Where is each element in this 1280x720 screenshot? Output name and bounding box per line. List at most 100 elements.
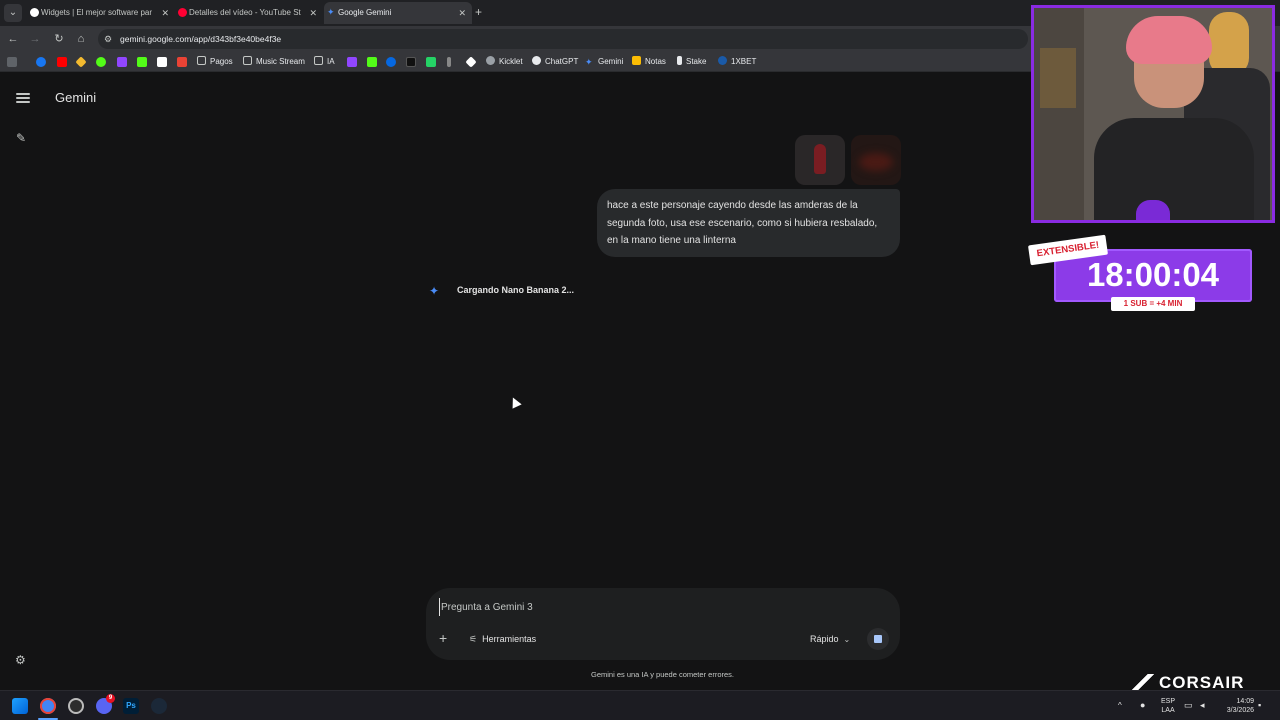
bookmark-kicklet[interactable]: Kicklet	[486, 54, 523, 70]
user-message-bubble: hace a este personaje cayendo desde las …	[597, 189, 900, 257]
attached-image-character[interactable]	[795, 135, 845, 185]
twitch-bookmark-icon[interactable]	[347, 57, 357, 67]
character-figure	[814, 144, 826, 174]
widgets-favicon-icon	[30, 8, 39, 17]
p-bookmark-icon[interactable]	[157, 57, 167, 67]
close-tab-icon[interactable]: ✕	[458, 2, 466, 24]
webcam-overlay	[1031, 5, 1275, 223]
app-bookmark-icon[interactable]	[96, 57, 106, 67]
stop-square-icon	[874, 635, 882, 643]
webcam-shelf-items	[1040, 48, 1076, 108]
tab-widgets[interactable]: Widgets | El mejor software par ✕	[27, 2, 175, 24]
bookmark-folder-pagos[interactable]: Pagos	[197, 54, 233, 70]
bookmark-label: IA	[327, 57, 335, 66]
meta-bookmark-icon[interactable]	[386, 57, 396, 67]
address-bar[interactable]: ⚙ gemini.google.com/app/d343bf3e40be4f3e	[98, 29, 1028, 49]
reload-icon[interactable]: ↻	[51, 31, 67, 47]
disclaimer-text: Gemini es una IA y puede cometer errores…	[591, 670, 734, 679]
tab-title: Detalles del vídeo - YouTube St	[189, 8, 301, 17]
screen: ⌄ Widgets | El mejor software par ✕ Deta…	[0, 0, 1280, 720]
prompt-input[interactable]	[439, 598, 879, 616]
bookmark-stake[interactable]: Stake	[677, 54, 706, 70]
folder-icon	[197, 56, 206, 65]
bookmark-label: Stake	[686, 57, 707, 66]
gemini-sparkle-favicon-icon: ✦	[327, 7, 335, 17]
settings-gear-icon[interactable]: ⚙	[15, 653, 29, 667]
windows-start-icon[interactable]	[12, 698, 28, 714]
new-tab-button[interactable]: +	[475, 4, 487, 20]
1xbet-icon	[718, 56, 727, 65]
address-url[interactable]: gemini.google.com/app/d343bf3e40be4f3e	[120, 29, 281, 49]
stop-generation-button[interactable]	[867, 628, 889, 650]
bookmark-label: Music Stream	[256, 57, 305, 66]
bookmark-notas[interactable]: Notas	[632, 54, 666, 70]
binance-bookmark-icon[interactable]	[75, 56, 87, 68]
apps-grid-icon[interactable]	[7, 57, 17, 67]
tab-title: Google Gemini	[338, 8, 392, 17]
gmail-bookmark-icon[interactable]	[177, 57, 187, 67]
language-indicator[interactable]: ESP LAA	[1161, 697, 1175, 715]
volume-icon[interactable]: ◂	[1200, 701, 1205, 710]
notifications-bell-icon[interactable]: ▪	[1258, 701, 1261, 710]
new-chat-pencil-icon[interactable]: ✎	[16, 131, 30, 145]
tab-youtube-studio[interactable]: Detalles del vídeo - YouTube St ✕	[175, 2, 323, 24]
windows-taskbar: 9 Ps ^ ESP LAA ● ▭ ◂ 14:09 3/3/2026 ▪	[0, 690, 1280, 720]
network-icon[interactable]: ▭	[1184, 701, 1193, 710]
tools-button[interactable]: ⚟ Herramientas	[469, 632, 536, 646]
notes-icon	[632, 56, 641, 65]
loading-text: Cargando Nano Banana 2...	[457, 285, 575, 295]
app-taskbar-icon[interactable]	[68, 698, 84, 714]
home-icon[interactable]: ⌂	[73, 31, 89, 47]
model-label: Rápido	[810, 634, 839, 644]
app-bookmark-icon[interactable]	[465, 56, 477, 68]
webcam-figurine	[1209, 12, 1249, 76]
bookmark-gemini[interactable]: ✦ Gemini	[585, 54, 623, 70]
close-tab-icon[interactable]: ✕	[161, 2, 169, 24]
forward-arrow-icon[interactable]: →	[27, 31, 43, 47]
bookmark-label: Gemini	[598, 57, 624, 66]
webcam-person-hair	[1126, 16, 1212, 64]
webcam-person-body	[1094, 118, 1254, 220]
scene-glow	[859, 153, 893, 171]
bookmark-label: Pagos	[210, 57, 233, 66]
kick-bookmark-icon[interactable]	[367, 57, 377, 67]
app-bookmark-icon[interactable]	[426, 57, 436, 67]
prompt-composer: + ⚟ Herramientas Rápido ⌄	[426, 588, 900, 660]
clock-date: 3/3/2026	[1226, 707, 1254, 714]
tab-search-chevron-icon[interactable]: ⌄	[4, 4, 22, 22]
folder-icon	[243, 56, 252, 65]
bookmark-chatgpt[interactable]: ChatGPT	[532, 54, 578, 70]
model-selector[interactable]: Rápido ⌄	[810, 632, 850, 646]
language-code: ESP	[1161, 698, 1176, 705]
gemini-sparkle-icon: ✦	[585, 57, 593, 67]
microphone-icon[interactable]: ●	[1140, 701, 1145, 710]
attached-image-scene[interactable]	[851, 135, 901, 185]
main-menu-icon[interactable]	[16, 93, 30, 105]
bookmark-folder-music-stream[interactable]: Music Stream	[243, 54, 305, 70]
bookmark-folder-ia[interactable]: IA	[314, 54, 335, 70]
close-tab-icon[interactable]: ✕	[309, 2, 317, 24]
chrome-taskbar-icon[interactable]	[40, 698, 56, 714]
bookmark-1xbet[interactable]: 1XBET	[718, 54, 756, 70]
add-attachment-plus-icon[interactable]: +	[439, 631, 453, 645]
tray-overflow-chevron-icon[interactable]: ^	[1118, 701, 1122, 710]
tab-google-gemini[interactable]: ✦ Google Gemini ✕	[324, 2, 472, 24]
youtube-bookmark-icon[interactable]	[57, 57, 67, 67]
webcam-shelf	[1034, 8, 1084, 220]
folder-icon	[314, 56, 323, 65]
back-arrow-icon[interactable]: ←	[5, 31, 21, 47]
app-bookmark-icon[interactable]	[447, 57, 451, 67]
corsair-sails-icon	[1131, 674, 1157, 690]
kick-bookmark-icon[interactable]	[137, 57, 147, 67]
steam-taskbar-icon[interactable]	[151, 698, 167, 714]
webcam-mascot-badge	[1136, 200, 1170, 220]
tools-label: Herramientas	[482, 634, 537, 644]
photoshop-taskbar-icon[interactable]: Ps	[123, 698, 139, 714]
kicklet-icon	[486, 56, 495, 65]
twitch-bookmark-icon[interactable]	[117, 57, 127, 67]
app-title[interactable]: Gemini	[55, 90, 96, 105]
facebook-bookmark-icon[interactable]	[36, 57, 46, 67]
site-info-icon[interactable]: ⚙	[104, 32, 116, 46]
clock[interactable]: 14:09 3/3/2026	[1218, 697, 1254, 715]
tiktok-bookmark-icon[interactable]	[406, 57, 416, 67]
